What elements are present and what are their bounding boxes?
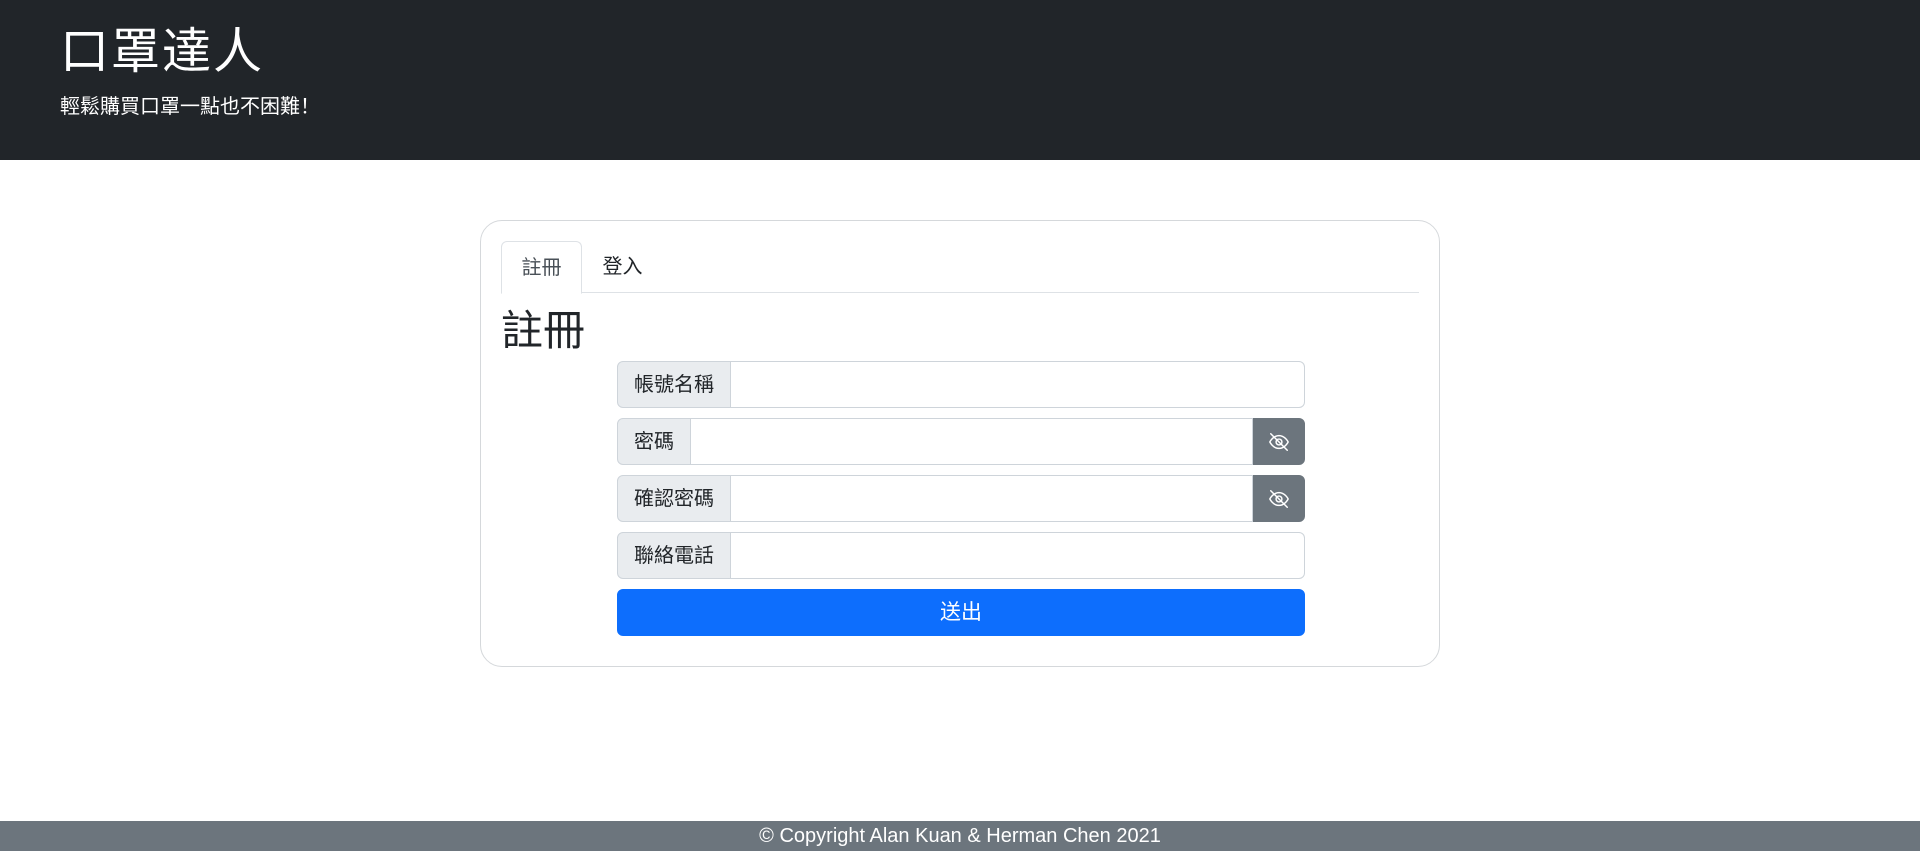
site-title: 口罩達人	[60, 23, 265, 80]
form-heading: 註冊	[501, 306, 586, 355]
auth-card: 註冊 登入 註冊 帳號名稱 密碼 確認密碼 聯絡電話 送出	[480, 220, 1440, 667]
username-group: 帳號名稱	[617, 361, 1305, 408]
eye-slash-icon	[1269, 432, 1289, 451]
submit-button[interactable]: 送出	[617, 589, 1305, 636]
username-input[interactable]	[731, 361, 1305, 408]
confirm-password-group: 確認密碼	[617, 475, 1305, 522]
confirm-password-label: 確認密碼	[617, 475, 731, 522]
password-input[interactable]	[691, 418, 1253, 465]
password-visibility-toggle[interactable]	[1253, 418, 1305, 465]
eye-slash-icon	[1269, 489, 1289, 508]
confirm-password-visibility-toggle[interactable]	[1253, 475, 1305, 522]
phone-label: 聯絡電話	[617, 532, 731, 579]
password-label: 密碼	[617, 418, 691, 465]
password-group: 密碼	[617, 418, 1305, 465]
phone-group: 聯絡電話	[617, 532, 1305, 579]
site-header: 口罩達人 輕鬆購買口罩一點也不困難！	[0, 0, 1920, 160]
confirm-password-input[interactable]	[731, 475, 1253, 522]
username-label: 帳號名稱	[617, 361, 731, 408]
tab-register[interactable]: 註冊	[501, 241, 582, 294]
footer-copyright: © Copyright Alan Kuan & Herman Chen 2021	[0, 821, 1920, 851]
phone-input[interactable]	[731, 532, 1305, 579]
site-subtitle: 輕鬆購買口罩一點也不困難！	[60, 94, 320, 118]
auth-tabs: 註冊 登入	[501, 241, 1419, 294]
tab-login[interactable]: 登入	[582, 241, 663, 293]
